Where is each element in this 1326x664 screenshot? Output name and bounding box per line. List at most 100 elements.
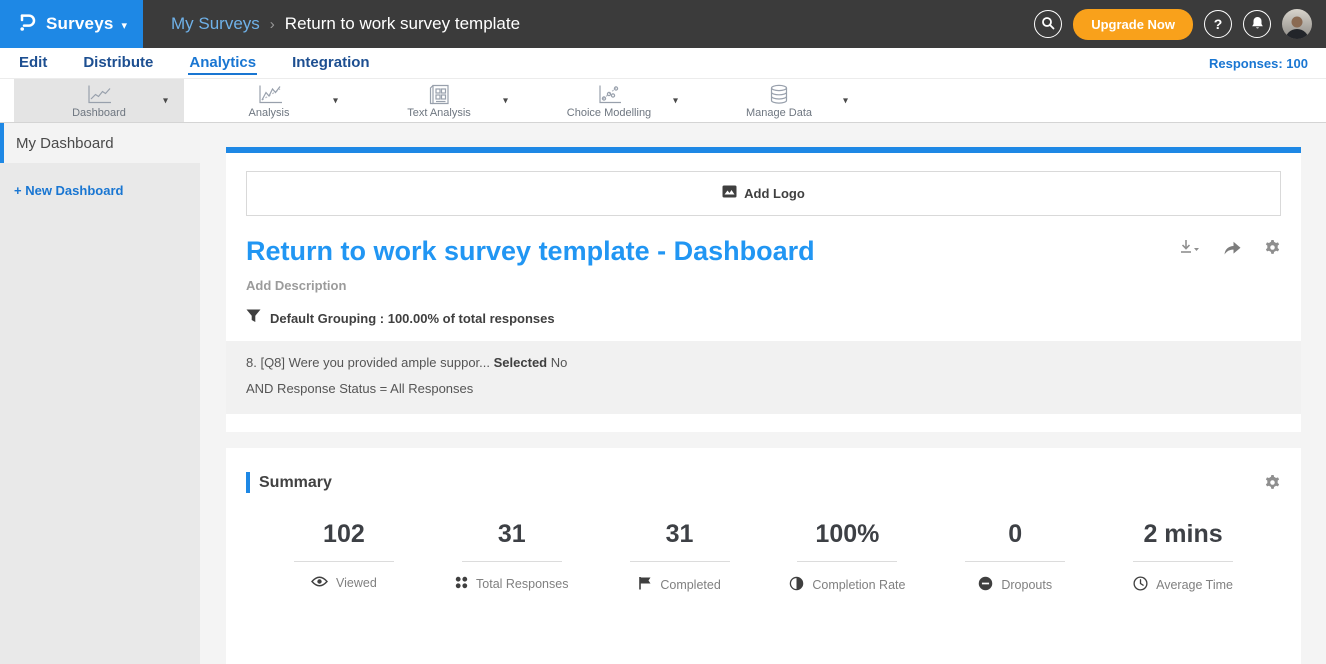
summary-card: Summary 102 Viewed bbox=[226, 448, 1301, 664]
app-window: Surveys ▾ My Surveys › Return to work su… bbox=[0, 0, 1326, 664]
download-button[interactable] bbox=[1179, 239, 1201, 256]
sidebar-item-label: My Dashboard bbox=[16, 135, 114, 152]
summary-stats: 102 Viewed 31 bbox=[226, 519, 1301, 594]
toolbar-item-analysis[interactable]: Analysis ▾ bbox=[184, 79, 354, 122]
scatter-chart-icon bbox=[595, 84, 622, 105]
toolbar-item-label: Text Analysis bbox=[407, 107, 471, 119]
filter-rules-box: 8. [Q8] Were you provided ample suppor..… bbox=[226, 341, 1301, 414]
default-grouping-filter[interactable]: Default Grouping : 100.00% of total resp… bbox=[246, 309, 1281, 328]
stat-average-time: 2 mins Average Time bbox=[1099, 519, 1267, 594]
breadcrumb: My Surveys › Return to work survey templ… bbox=[171, 14, 520, 34]
toolbar-item-label: Analysis bbox=[249, 107, 290, 119]
sidebar-item-my-dashboard[interactable]: My Dashboard bbox=[0, 123, 200, 163]
summary-settings-button[interactable] bbox=[1264, 474, 1281, 491]
product-switcher[interactable]: Surveys ▾ bbox=[0, 0, 143, 48]
dashboard-sidebar: My Dashboard + New Dashboard bbox=[0, 123, 200, 664]
new-dashboard-button[interactable]: + New Dashboard bbox=[14, 183, 200, 198]
filter-rule-text: AND Response Status = All Responses bbox=[246, 381, 473, 396]
dashboard-header-card: Add Logo Return to work survey template … bbox=[226, 147, 1301, 432]
stat-total-responses: 31 Total Responses bbox=[428, 519, 596, 594]
eye-icon bbox=[311, 576, 328, 590]
chevron-down-icon[interactable]: ▾ bbox=[333, 95, 338, 106]
stat-completion-rate: 100% Completion Rate bbox=[763, 519, 931, 594]
summary-accent-bar bbox=[246, 472, 250, 493]
help-button[interactable]: ? bbox=[1204, 10, 1232, 38]
top-header: Surveys ▾ My Surveys › Return to work su… bbox=[0, 0, 1326, 48]
divider bbox=[797, 561, 897, 562]
gear-icon[interactable] bbox=[1264, 239, 1281, 256]
toolbar-item-choice-modelling[interactable]: Choice Modelling ▾ bbox=[524, 79, 694, 122]
chevron-down-icon: ▾ bbox=[122, 19, 128, 32]
search-icon bbox=[1041, 16, 1055, 33]
stat-dropouts: 0 Dropouts bbox=[931, 519, 1099, 594]
stat-viewed: 102 Viewed bbox=[260, 519, 428, 594]
breadcrumb-separator: › bbox=[270, 16, 275, 33]
chevron-down-icon[interactable]: ▾ bbox=[503, 95, 508, 106]
flag-icon bbox=[638, 576, 652, 593]
stat-label: Completion Rate bbox=[812, 578, 905, 592]
brand-logo-icon bbox=[16, 11, 38, 38]
funnel-icon bbox=[246, 309, 261, 328]
clock-icon bbox=[1133, 576, 1148, 594]
grid-dots-icon bbox=[455, 576, 468, 592]
breadcrumb-my-surveys[interactable]: My Surveys bbox=[171, 14, 260, 34]
analysis-chart-icon bbox=[256, 84, 283, 105]
product-name: Surveys bbox=[46, 14, 114, 34]
analytics-toolbar: Dashboard ▾ Analysis ▾ Text Analysis ▾ bbox=[0, 78, 1326, 123]
survey-nav: Edit Distribute Analytics Integration Re… bbox=[0, 48, 1326, 78]
stat-label: Dropouts bbox=[1001, 578, 1052, 592]
toolbar-item-text-analysis[interactable]: Text Analysis ▾ bbox=[354, 79, 524, 122]
notifications-button[interactable] bbox=[1243, 10, 1271, 38]
divider bbox=[462, 561, 562, 562]
upgrade-now-button[interactable]: Upgrade Now bbox=[1073, 9, 1193, 40]
avatar[interactable] bbox=[1282, 9, 1312, 39]
toolbar-item-manage-data[interactable]: Manage Data ▾ bbox=[694, 79, 864, 122]
stat-value: 31 bbox=[596, 519, 764, 549]
header-actions: Upgrade Now ? bbox=[1034, 9, 1312, 40]
divider bbox=[294, 561, 394, 562]
tab-analytics[interactable]: Analytics bbox=[188, 51, 257, 75]
add-logo-label: Add Logo bbox=[744, 186, 805, 201]
stat-value: 2 mins bbox=[1099, 519, 1267, 549]
tab-distribute[interactable]: Distribute bbox=[82, 51, 154, 75]
divider bbox=[1133, 561, 1233, 562]
toolbar-item-label: Dashboard bbox=[72, 107, 126, 119]
question-mark-icon: ? bbox=[1214, 16, 1223, 32]
stat-value: 102 bbox=[260, 519, 428, 549]
stat-value: 0 bbox=[931, 519, 1099, 549]
bell-icon bbox=[1251, 16, 1264, 33]
chevron-down-icon[interactable]: ▾ bbox=[843, 95, 848, 106]
filter-rule: 8. [Q8] Were you provided ample suppor..… bbox=[246, 355, 1281, 371]
filter-rule-text: 8. [Q8] Were you provided ample suppor..… bbox=[246, 355, 490, 370]
tab-edit[interactable]: Edit bbox=[18, 51, 48, 75]
toolbar-item-label: Choice Modelling bbox=[567, 107, 651, 119]
stat-completed: 31 Completed bbox=[596, 519, 764, 594]
stat-label: Total Responses bbox=[476, 577, 568, 591]
filter-summary-text: Default Grouping : 100.00% of total resp… bbox=[270, 311, 555, 326]
stat-value: 100% bbox=[763, 519, 931, 549]
toolbar-item-label: Manage Data bbox=[746, 107, 812, 119]
dashboard-title[interactable]: Return to work survey template - Dashboa… bbox=[246, 235, 815, 267]
divider bbox=[630, 561, 730, 562]
filter-rule-operator: Selected bbox=[494, 355, 547, 370]
add-description-button[interactable]: Add Description bbox=[246, 278, 1281, 293]
responses-count: Responses: 100 bbox=[1209, 56, 1308, 71]
minus-circle-icon bbox=[978, 576, 993, 594]
stat-value: 31 bbox=[428, 519, 596, 549]
toolbar-item-dashboard[interactable]: Dashboard ▾ bbox=[14, 79, 184, 122]
filter-rule: AND Response Status = All Responses bbox=[246, 381, 1281, 397]
tab-integration[interactable]: Integration bbox=[291, 51, 371, 75]
database-icon bbox=[768, 84, 790, 105]
search-button[interactable] bbox=[1034, 10, 1062, 38]
add-logo-button[interactable]: Add Logo bbox=[246, 171, 1281, 216]
share-icon[interactable] bbox=[1223, 240, 1242, 256]
stat-label: Average Time bbox=[1156, 578, 1233, 592]
filter-rule-value: No bbox=[551, 355, 568, 370]
line-chart-icon bbox=[85, 84, 112, 105]
image-icon bbox=[722, 185, 737, 203]
summary-title: Summary bbox=[259, 474, 332, 492]
stat-label: Completed bbox=[660, 578, 720, 592]
completion-icon bbox=[789, 576, 804, 594]
chevron-down-icon[interactable]: ▾ bbox=[163, 95, 168, 106]
chevron-down-icon[interactable]: ▾ bbox=[673, 95, 678, 106]
